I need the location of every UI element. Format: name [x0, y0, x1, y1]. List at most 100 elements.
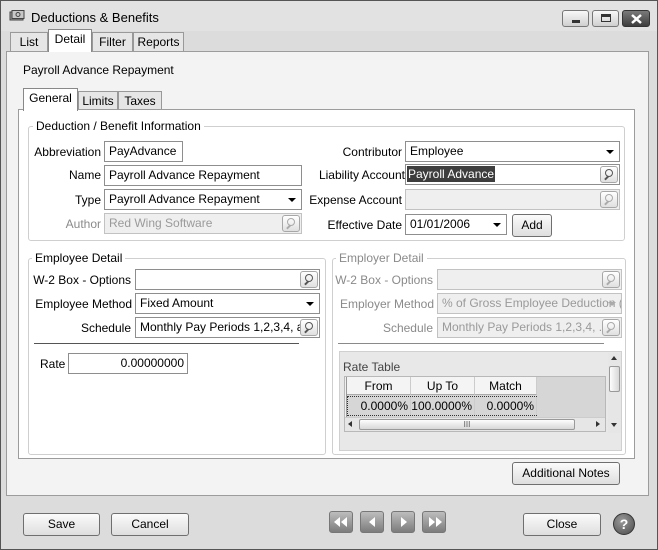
minimize-button[interactable]: [562, 10, 589, 27]
last-record-button[interactable]: [422, 511, 446, 533]
employer-w2-field: [437, 269, 622, 290]
table-row[interactable]: 0.0000% 100.0000% 0.0000%: [347, 396, 537, 416]
employer-w2-label: W-2 Box - Options: [335, 273, 433, 287]
contributor-select[interactable]: Employee: [405, 141, 620, 162]
author-value: Red Wing Software: [109, 216, 213, 230]
tab-limits[interactable]: Limits: [78, 91, 118, 111]
rate-table-header-upto[interactable]: Up To: [411, 377, 475, 395]
employee-schedule-field[interactable]: Monthly Pay Periods 1,2,3,4, and 5: [135, 317, 320, 338]
search-icon[interactable]: [300, 319, 318, 336]
window-title: Deductions & Benefits: [31, 10, 159, 25]
next-icon: [401, 517, 407, 527]
employer-schedule-value: Monthly Pay Periods 1,2,3,4, ...: [442, 320, 609, 334]
tab-general[interactable]: General: [23, 88, 78, 111]
maximize-icon: [601, 14, 611, 22]
liability-account-field[interactable]: Payroll Advance: [405, 164, 620, 185]
minimize-icon: [572, 20, 580, 23]
rate-match-cell[interactable]: 0.0000%: [475, 397, 537, 415]
next-record-button[interactable]: [391, 511, 415, 533]
employer-detail-title: Employer Detail: [336, 251, 427, 265]
employer-method-select: % of Gross Employee Deduction (Match): [437, 293, 622, 314]
name-field[interactable]: Payroll Advance Repayment: [104, 165, 302, 186]
close-icon: [631, 14, 642, 24]
author-field: Red Wing Software: [104, 213, 302, 234]
employee-method-select[interactable]: Fixed Amount: [135, 293, 320, 314]
deductions-benefits-window: Deductions & Benefits List Detail Filter…: [0, 0, 658, 550]
type-label: Type: [74, 193, 101, 207]
rate-table-label: Rate Table: [343, 360, 401, 374]
money-icon: [9, 10, 25, 21]
rate-upto-cell[interactable]: 100.0000%: [411, 397, 475, 415]
effective-date-select[interactable]: 01/01/2006: [405, 214, 507, 235]
rate-table-header-match[interactable]: Match: [475, 377, 537, 395]
chevron-down-icon: [608, 302, 616, 306]
chevron-down-icon: [606, 150, 614, 154]
tab-list[interactable]: List: [10, 32, 48, 52]
tab-filter[interactable]: Filter: [92, 32, 133, 52]
rate-from-cell[interactable]: 0.0000%: [348, 397, 411, 415]
vertical-scroll-thumb[interactable]: [609, 366, 620, 392]
search-icon[interactable]: [600, 166, 618, 183]
first-record-button[interactable]: [329, 511, 353, 533]
scroll-down-icon[interactable]: [611, 423, 617, 427]
employee-divider: [34, 343, 299, 344]
employer-divider: [338, 343, 604, 344]
author-label: Author: [65, 217, 101, 231]
rate-table: From Up To Match 0.0000% 100.0000% 0.000…: [344, 376, 606, 432]
cancel-button[interactable]: Cancel: [111, 513, 189, 536]
employer-method-label: Employer Method: [339, 297, 434, 311]
scroll-thumb[interactable]: III: [359, 419, 575, 430]
employee-w2-label: W-2 Box - Options: [33, 273, 131, 287]
tab-detail[interactable]: Detail: [48, 29, 92, 52]
tab-taxes[interactable]: Taxes: [118, 91, 162, 111]
search-icon: [282, 215, 300, 232]
employee-method-value: Fixed Amount: [140, 296, 214, 310]
additional-notes-button[interactable]: Additional Notes: [512, 462, 620, 485]
chevron-down-icon: [306, 302, 314, 306]
add-button[interactable]: Add: [512, 214, 552, 237]
scroll-right-icon[interactable]: [596, 421, 600, 427]
type-value: Payroll Advance Repayment: [109, 192, 260, 206]
type-select[interactable]: Payroll Advance Repayment: [104, 189, 302, 210]
employee-detail-title: Employee Detail: [32, 251, 126, 265]
close-button[interactable]: Close: [523, 513, 601, 536]
employee-w2-field[interactable]: [135, 269, 320, 290]
expense-account-label: Expense Account: [309, 193, 402, 207]
search-icon: [602, 271, 620, 288]
rate-label: Rate: [40, 357, 66, 371]
search-icon[interactable]: [300, 271, 318, 288]
scroll-up-icon[interactable]: [611, 356, 617, 360]
effective-date-label: Effective Date: [327, 218, 402, 232]
rate-table-header-from[interactable]: From: [347, 377, 411, 395]
employer-schedule-label: Schedule: [382, 321, 433, 335]
previous-record-button[interactable]: [360, 511, 384, 533]
contributor-label: Contributor: [342, 145, 402, 159]
employer-method-value: % of Gross Employee Deduction (Match): [442, 296, 621, 310]
abbreviation-field[interactable]: PayAdvance: [104, 141, 183, 162]
employee-method-label: Employee Method: [35, 297, 132, 311]
rate-field[interactable]: 0.00000000: [68, 353, 188, 374]
chevron-down-icon: [493, 223, 501, 227]
horizontal-scrollbar[interactable]: III: [345, 417, 605, 431]
previous-icon: [369, 517, 375, 527]
contributor-value: Employee: [410, 144, 464, 158]
liability-account-label: Liability Account: [318, 168, 405, 182]
abbreviation-label: Abbreviation: [34, 145, 101, 159]
chevron-down-icon: [288, 198, 296, 202]
help-button[interactable]: ?: [613, 513, 635, 535]
deduction-info-title: Deduction / Benefit Information: [33, 119, 204, 133]
save-button[interactable]: Save: [23, 513, 100, 536]
employee-schedule-label: Schedule: [80, 321, 131, 335]
search-icon: [602, 319, 620, 336]
scroll-left-icon[interactable]: [348, 421, 352, 427]
vertical-scrollbar[interactable]: [608, 353, 621, 433]
liability-account-value: Payroll Advance: [407, 166, 496, 182]
name-label: Name: [68, 168, 101, 182]
effective-date-value: 01/01/2006: [410, 217, 471, 231]
maximize-button[interactable]: [592, 10, 619, 27]
expense-account-field: [405, 189, 620, 210]
employer-schedule-field: Monthly Pay Periods 1,2,3,4, ...: [437, 317, 622, 338]
record-title: Payroll Advance Repayment: [23, 63, 174, 77]
window-close-button[interactable]: [622, 10, 650, 27]
tab-reports[interactable]: Reports: [133, 32, 184, 52]
